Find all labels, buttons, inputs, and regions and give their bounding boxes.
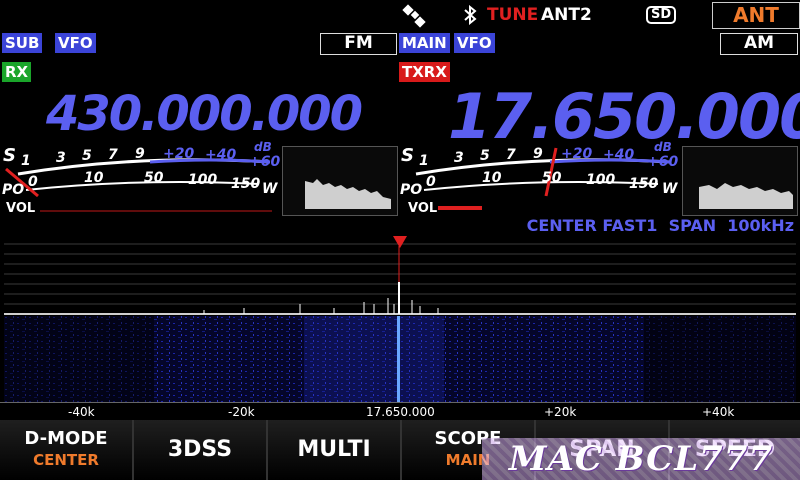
main-po-scale-150: 150	[629, 176, 659, 192]
main-s-scale-7: 7	[506, 147, 516, 163]
s-scale-p20: +20	[163, 146, 195, 162]
frequency-axis: -40k -20k 17.650.000 +20k +40k	[0, 402, 800, 421]
antenna-indicator: ANT2	[541, 5, 592, 25]
sub-rx-tag: RX	[2, 62, 32, 82]
main-po-scale-100: 100	[586, 172, 616, 188]
main-po-scale-0: 0	[426, 174, 436, 190]
multi-button[interactable]: MULTI	[268, 420, 402, 480]
main-po-scale-10: 10	[482, 170, 502, 186]
main-s-scale-3: 3	[454, 150, 464, 166]
waterfall-display[interactable]	[4, 316, 796, 402]
tick-plus40k: +40k	[702, 405, 735, 419]
main-s-scale-9: 9	[533, 146, 543, 162]
sub-mode-button[interactable]: FM	[320, 33, 397, 55]
main-vfo-tag[interactable]: VFO	[454, 33, 495, 53]
po-label: PO	[2, 182, 25, 198]
main-mode-button[interactable]: AM	[720, 33, 798, 55]
sub-meter: S 1 3 5 7 9 +20 +40 +60 dB PO 0 10 50 10…	[0, 140, 281, 216]
main-s-scale-p40: +40	[603, 147, 635, 163]
w-label: W	[262, 181, 278, 197]
satellite-icon	[402, 4, 426, 28]
main-po-label: PO	[400, 182, 423, 198]
main-s-scale-1: 1	[419, 153, 429, 169]
s-scale-9: 9	[135, 146, 145, 162]
main-vol-label: VOL	[408, 201, 438, 216]
s-scale-p40: +40	[205, 147, 237, 163]
main-meter: S 1 3 5 7 9 +20 +40 +60 dB PO 0 10 50 10…	[398, 140, 680, 216]
3dss-button[interactable]: 3DSS	[134, 420, 268, 480]
main-db-label: dB	[654, 140, 672, 154]
bluetooth-icon	[464, 5, 477, 25]
tune-indicator: TUNE	[487, 5, 539, 25]
s-scale-7: 7	[108, 147, 118, 163]
main-s-label: S	[401, 145, 414, 166]
status-bar: TUNE ANT2 SD ANT	[0, 0, 800, 30]
tick-minus40k: -40k	[68, 405, 95, 419]
main-txrx-tag: TXRX	[399, 62, 450, 82]
po-scale-100: 100	[188, 172, 218, 188]
main-w-label: W	[662, 181, 678, 197]
tick-plus20k: +20k	[544, 405, 577, 419]
po-scale-50: 50	[144, 170, 164, 186]
sub-vfo-tag[interactable]: VFO	[55, 33, 96, 53]
main-s-scale-5: 5	[480, 148, 490, 164]
d-mode-label: D-MODE	[24, 428, 108, 449]
sub-tag[interactable]: SUB	[2, 33, 43, 53]
sub-mini-scope[interactable]	[282, 146, 398, 216]
3dss-label: 3DSS	[167, 437, 233, 462]
s-scale-5: 5	[82, 148, 92, 164]
s-scale-3: 3	[56, 150, 66, 166]
s-label: S	[3, 145, 16, 166]
s-scale-1: 1	[21, 153, 31, 169]
po-scale-10: 10	[84, 170, 104, 186]
db-label: dB	[254, 140, 272, 154]
tick-center: 17.650.000	[366, 405, 435, 419]
main-mini-scope[interactable]	[682, 146, 798, 216]
d-mode-button[interactable]: D-MODE CENTER	[0, 420, 134, 480]
s-scale-p60: +60	[249, 154, 281, 170]
main-s-scale-p60: +60	[647, 154, 679, 170]
d-mode-value: CENTER	[33, 451, 99, 469]
tick-minus20k: -20k	[228, 405, 255, 419]
main-tag[interactable]: MAIN	[399, 33, 450, 53]
scope-status: CENTER FAST1 SPAN 100kHz	[526, 216, 794, 235]
sd-card-indicator: SD	[646, 6, 677, 24]
watermark: MAC BCL777	[482, 438, 800, 480]
sub-vol-label: VOL	[6, 201, 36, 216]
watermark-text: MAC BCL777	[508, 439, 774, 479]
main-po-scale-50: 50	[542, 170, 562, 186]
center-marker-icon	[393, 236, 407, 248]
po-scale-150: 150	[231, 176, 261, 192]
sub-frequency[interactable]: 430.000.000	[46, 86, 363, 142]
multi-label: MULTI	[297, 437, 371, 462]
main-s-scale-p20: +20	[561, 146, 593, 162]
po-scale-0: 0	[28, 174, 38, 190]
ant-button[interactable]: ANT	[712, 2, 800, 29]
